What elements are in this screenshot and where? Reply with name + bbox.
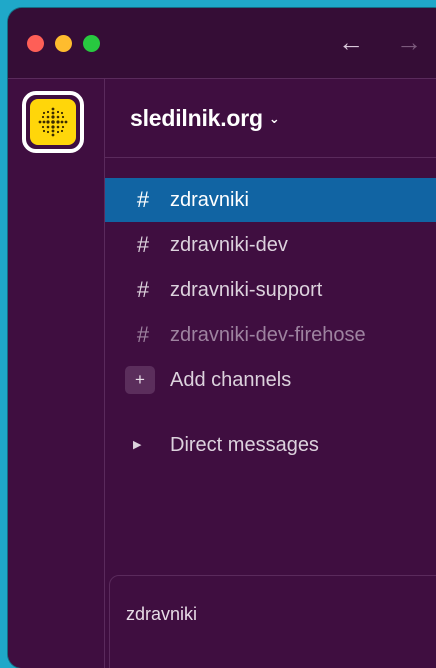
workspace-header[interactable]: sledilnik.org ⌄ — [105, 79, 436, 158]
sledilnik-logo-icon — [30, 99, 76, 145]
zoom-window-button[interactable] — [83, 35, 100, 52]
workspace-name[interactable]: sledilnik.org ⌄ — [130, 105, 280, 132]
hash-icon: # — [136, 322, 150, 347]
channel-item-zdravniki-support[interactable]: # zdravniki-support — [105, 268, 436, 312]
arrow-right-icon[interactable]: → — [396, 28, 422, 56]
composer-text: zdravniki — [126, 604, 198, 624]
add-channels-button[interactable]: + Add channels — [105, 358, 436, 402]
channel-label: zdravniki-support — [170, 279, 323, 301]
channel-label: zdravniki — [170, 189, 249, 211]
hash-icon: # — [136, 187, 150, 212]
channel-label: zdravniki-dev — [170, 234, 288, 256]
hash-icon: # — [136, 277, 150, 302]
workspace-rail — [8, 79, 105, 668]
workspace-switcher-button[interactable] — [22, 91, 84, 153]
plus-icon: + — [125, 366, 155, 394]
add-channels-label: Add channels — [170, 369, 292, 391]
arrow-left-icon[interactable]: ← — [338, 28, 364, 56]
app-window: ← → sledilnik.org ⌄ # zdravniki # zdravn… — [8, 8, 436, 668]
hash-icon: # — [136, 232, 150, 257]
channel-item-zdravniki-dev[interactable]: # zdravniki-dev — [105, 223, 436, 267]
direct-messages-label: Direct messages — [170, 434, 319, 456]
close-window-button[interactable] — [27, 35, 44, 52]
minimize-window-button[interactable] — [55, 35, 72, 52]
message-composer[interactable]: zdravniki — [109, 575, 436, 668]
title-bar: ← → — [8, 8, 436, 79]
caret-right-icon: ▶ — [133, 439, 142, 451]
channel-label: zdravniki-dev-firehose — [170, 324, 366, 346]
channel-sidebar: sledilnik.org ⌄ # zdravniki # zdravniki-d… — [105, 79, 436, 668]
channel-item-zdravniki[interactable]: # zdravniki — [105, 178, 436, 222]
direct-messages-section[interactable]: ▶ Direct messages — [105, 423, 436, 467]
chevron-down-icon: ⌄ — [268, 111, 280, 126]
channel-item-zdravniki-dev-firehose[interactable]: # zdravniki-dev-firehose — [105, 313, 436, 357]
